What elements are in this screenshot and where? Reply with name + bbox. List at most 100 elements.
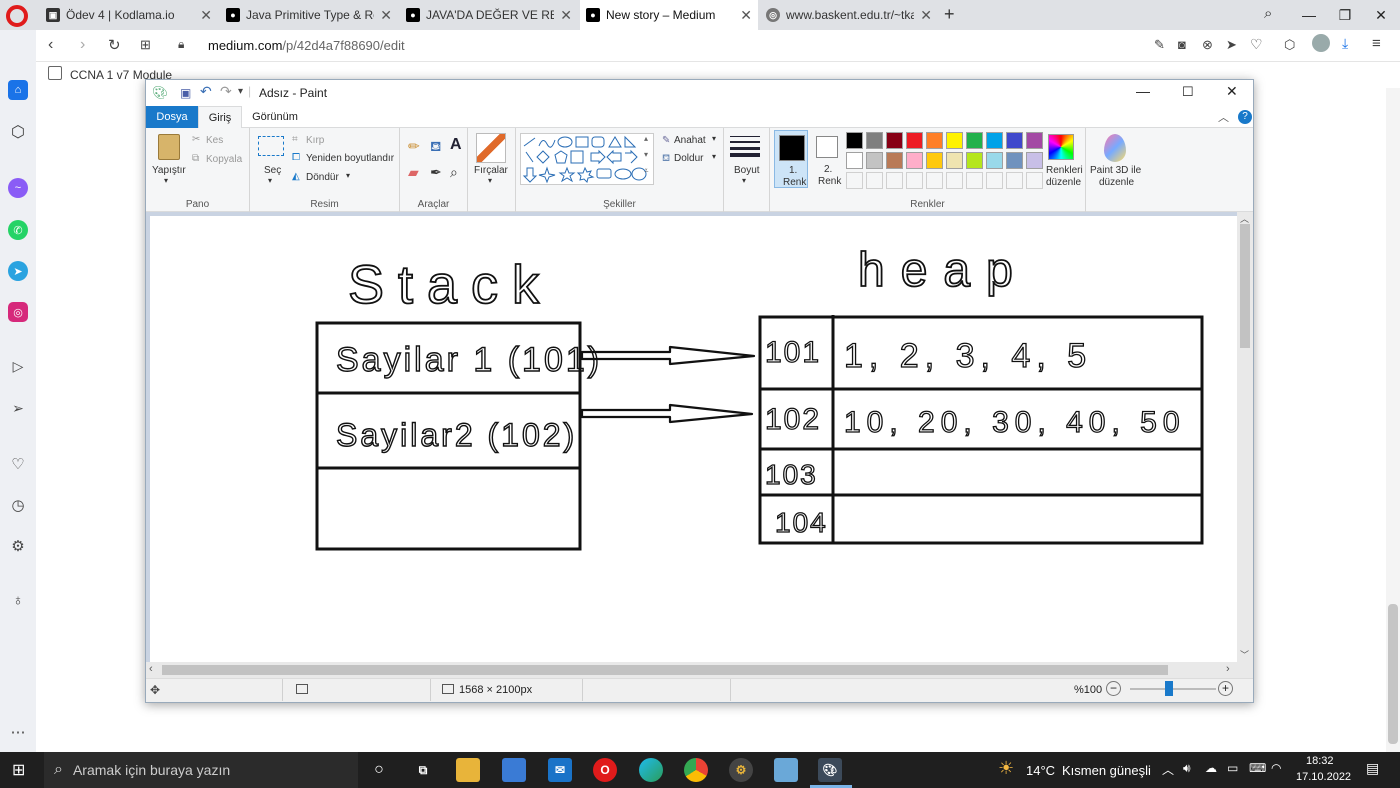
tab-grid-icon[interactable]: ⊞: [140, 37, 151, 53]
palette-swatch[interactable]: [946, 152, 963, 169]
new-tab-button[interactable]: +: [944, 4, 955, 25]
paint-taskbar-icon[interactable]: 🎨︎: [818, 758, 842, 782]
palette-swatch[interactable]: [866, 132, 883, 149]
reload-icon[interactable]: ↻: [108, 36, 121, 54]
cut-button[interactable]: Kes: [206, 135, 223, 146]
collapse-ribbon-icon[interactable]: ︿: [1218, 109, 1229, 125]
color1-selector[interactable]: 1. Renk: [774, 130, 808, 188]
speed-dial-icon[interactable]: ⬡: [8, 122, 28, 142]
battery-icon[interactable]: ▭: [1227, 761, 1238, 775]
flow-icon[interactable]: ➢: [8, 398, 28, 418]
palette-swatch[interactable]: [926, 152, 943, 169]
undo-icon[interactable]: ↶: [200, 83, 212, 100]
browser-tab-4-active[interactable]: ● New story – Medium ✕: [580, 0, 758, 30]
outline-dropdown-icon[interactable]: ▾: [712, 134, 716, 143]
palette-swatch[interactable]: [946, 172, 963, 189]
heart-icon[interactable]: ♡: [1250, 36, 1263, 53]
opera-logo-icon[interactable]: [6, 5, 28, 27]
page-scroll-thumb[interactable]: [1388, 604, 1398, 744]
canvas-vscroll-thumb[interactable]: [1240, 224, 1250, 348]
tray-expand-icon[interactable]: ︿: [1162, 761, 1174, 778]
browser-tab-2[interactable]: ● Java Primitive Type & Refer ✕: [220, 0, 398, 30]
brushes-dropdown-icon[interactable]: ▾: [488, 176, 492, 185]
opera-icon[interactable]: O: [593, 758, 617, 782]
keyboard-icon[interactable]: ⌨: [1249, 761, 1266, 775]
cube-icon[interactable]: ⬡: [1284, 37, 1295, 53]
clock-time[interactable]: 18:32: [1306, 755, 1334, 767]
palette-swatch[interactable]: [926, 172, 943, 189]
edit-icon[interactable]: ✎: [1154, 37, 1165, 53]
fill-bucket-icon[interactable]: ⛾: [430, 138, 441, 157]
close-tab-icon[interactable]: ✕: [740, 7, 752, 24]
settings-gear-icon[interactable]: ⚙: [8, 536, 28, 556]
palette-swatch[interactable]: [1026, 172, 1043, 189]
zoom-slider-track[interactable]: [1130, 688, 1216, 690]
brushes-button[interactable]: Fırçalar: [474, 165, 508, 176]
scroll-right-icon[interactable]: ›: [1226, 663, 1230, 675]
palette-swatch[interactable]: [946, 132, 963, 149]
text-tool-icon[interactable]: A: [450, 136, 462, 154]
palette-swatch[interactable]: [1006, 152, 1023, 169]
send-icon[interactable]: ➤: [1226, 37, 1237, 53]
clock-date[interactable]: 17.10.2022: [1296, 771, 1351, 783]
color2-selector[interactable]: 2. Renk: [810, 130, 844, 188]
weather-temp[interactable]: 14°C: [1026, 763, 1055, 778]
select-button[interactable]: Seç: [264, 165, 281, 176]
zoom-out-button[interactable]: −: [1106, 681, 1121, 696]
crop-button[interactable]: Kırp: [306, 135, 324, 146]
adblock-icon[interactable]: ⊗: [1202, 37, 1213, 53]
palette-swatch[interactable]: [906, 132, 923, 149]
line-size-icon[interactable]: [730, 134, 760, 157]
heart-icon[interactable]: ♡: [8, 454, 28, 474]
size-dropdown-icon[interactable]: ▾: [742, 176, 746, 185]
player-icon[interactable]: ▷: [8, 356, 28, 376]
canvas-vertical-scrollbar[interactable]: ︿ ﹀: [1237, 212, 1253, 662]
brush-icon[interactable]: [476, 133, 506, 163]
shapes-gallery[interactable]: [520, 133, 654, 185]
palette-swatch[interactable]: [886, 152, 903, 169]
edge-icon[interactable]: [639, 758, 663, 782]
drawing-canvas[interactable]: Stack heap Sayilar 1 (101) Sayilar2 (102…: [150, 216, 1237, 666]
fill-dropdown-icon[interactable]: ▾: [712, 152, 716, 161]
paint3d-icon[interactable]: [1104, 134, 1126, 162]
palette-swatch[interactable]: [906, 152, 923, 169]
close-tab-icon[interactable]: ✕: [200, 7, 212, 24]
palette-swatch[interactable]: [846, 172, 863, 189]
color-picker-icon[interactable]: ✒: [430, 164, 442, 181]
shapes-expand-icon[interactable]: ⩡: [644, 166, 649, 176]
menu-icon[interactable]: ≡: [1372, 35, 1381, 52]
browser-tab-1[interactable]: ▣ Ödev 4 | Kodlama.io ✕: [40, 0, 218, 30]
palette-swatch[interactable]: [966, 132, 983, 149]
paint-close-button[interactable]: ✕: [1226, 83, 1238, 100]
palette-swatch[interactable]: [966, 172, 983, 189]
size-button[interactable]: Boyut: [734, 165, 760, 176]
fill-button[interactable]: Doldur: [674, 153, 703, 164]
palette-swatch[interactable]: [846, 132, 863, 149]
app-icon[interactable]: ⚙: [729, 758, 753, 782]
browser-tab-3[interactable]: ● JAVA'DA DEĞER VE REFERA ✕: [400, 0, 578, 30]
more-icon[interactable]: ⋯: [8, 722, 28, 742]
back-icon[interactable]: ‹: [48, 36, 53, 54]
messenger-icon[interactable]: ~: [8, 178, 28, 198]
speaker-icon[interactable]: 🔊︎: [1183, 761, 1191, 776]
select-dropdown-icon[interactable]: ▾: [268, 176, 272, 185]
rotate-dropdown-icon[interactable]: ▾: [346, 171, 350, 180]
windows-start-icon[interactable]: ⊞: [12, 760, 25, 780]
paint-maximize-button[interactable]: ☐: [1182, 84, 1194, 100]
paste-icon[interactable]: [158, 134, 180, 160]
paste-button[interactable]: Yapıştır: [152, 165, 186, 176]
eraser-icon[interactable]: ▰: [408, 164, 419, 181]
cortana-icon[interactable]: ○: [367, 758, 391, 782]
palette-swatch[interactable]: [986, 152, 1003, 169]
task-view-icon[interactable]: ⧉: [411, 758, 435, 782]
taskbar-search[interactable]: ⌕ Aramak için buraya yazın: [44, 752, 358, 788]
palette-swatch[interactable]: [846, 152, 863, 169]
zoom-in-button[interactable]: +: [1218, 681, 1233, 696]
edit-colors-label-1[interactable]: Renkleri: [1046, 165, 1083, 176]
notes-icon[interactable]: [774, 758, 798, 782]
paste-dropdown-icon[interactable]: ▾: [164, 176, 168, 185]
history-icon[interactable]: ◷: [8, 495, 28, 515]
palette-swatch[interactable]: [886, 172, 903, 189]
quick-access-dropdown-icon[interactable]: ▾: [238, 86, 243, 97]
redo-icon[interactable]: ↷: [220, 83, 232, 100]
